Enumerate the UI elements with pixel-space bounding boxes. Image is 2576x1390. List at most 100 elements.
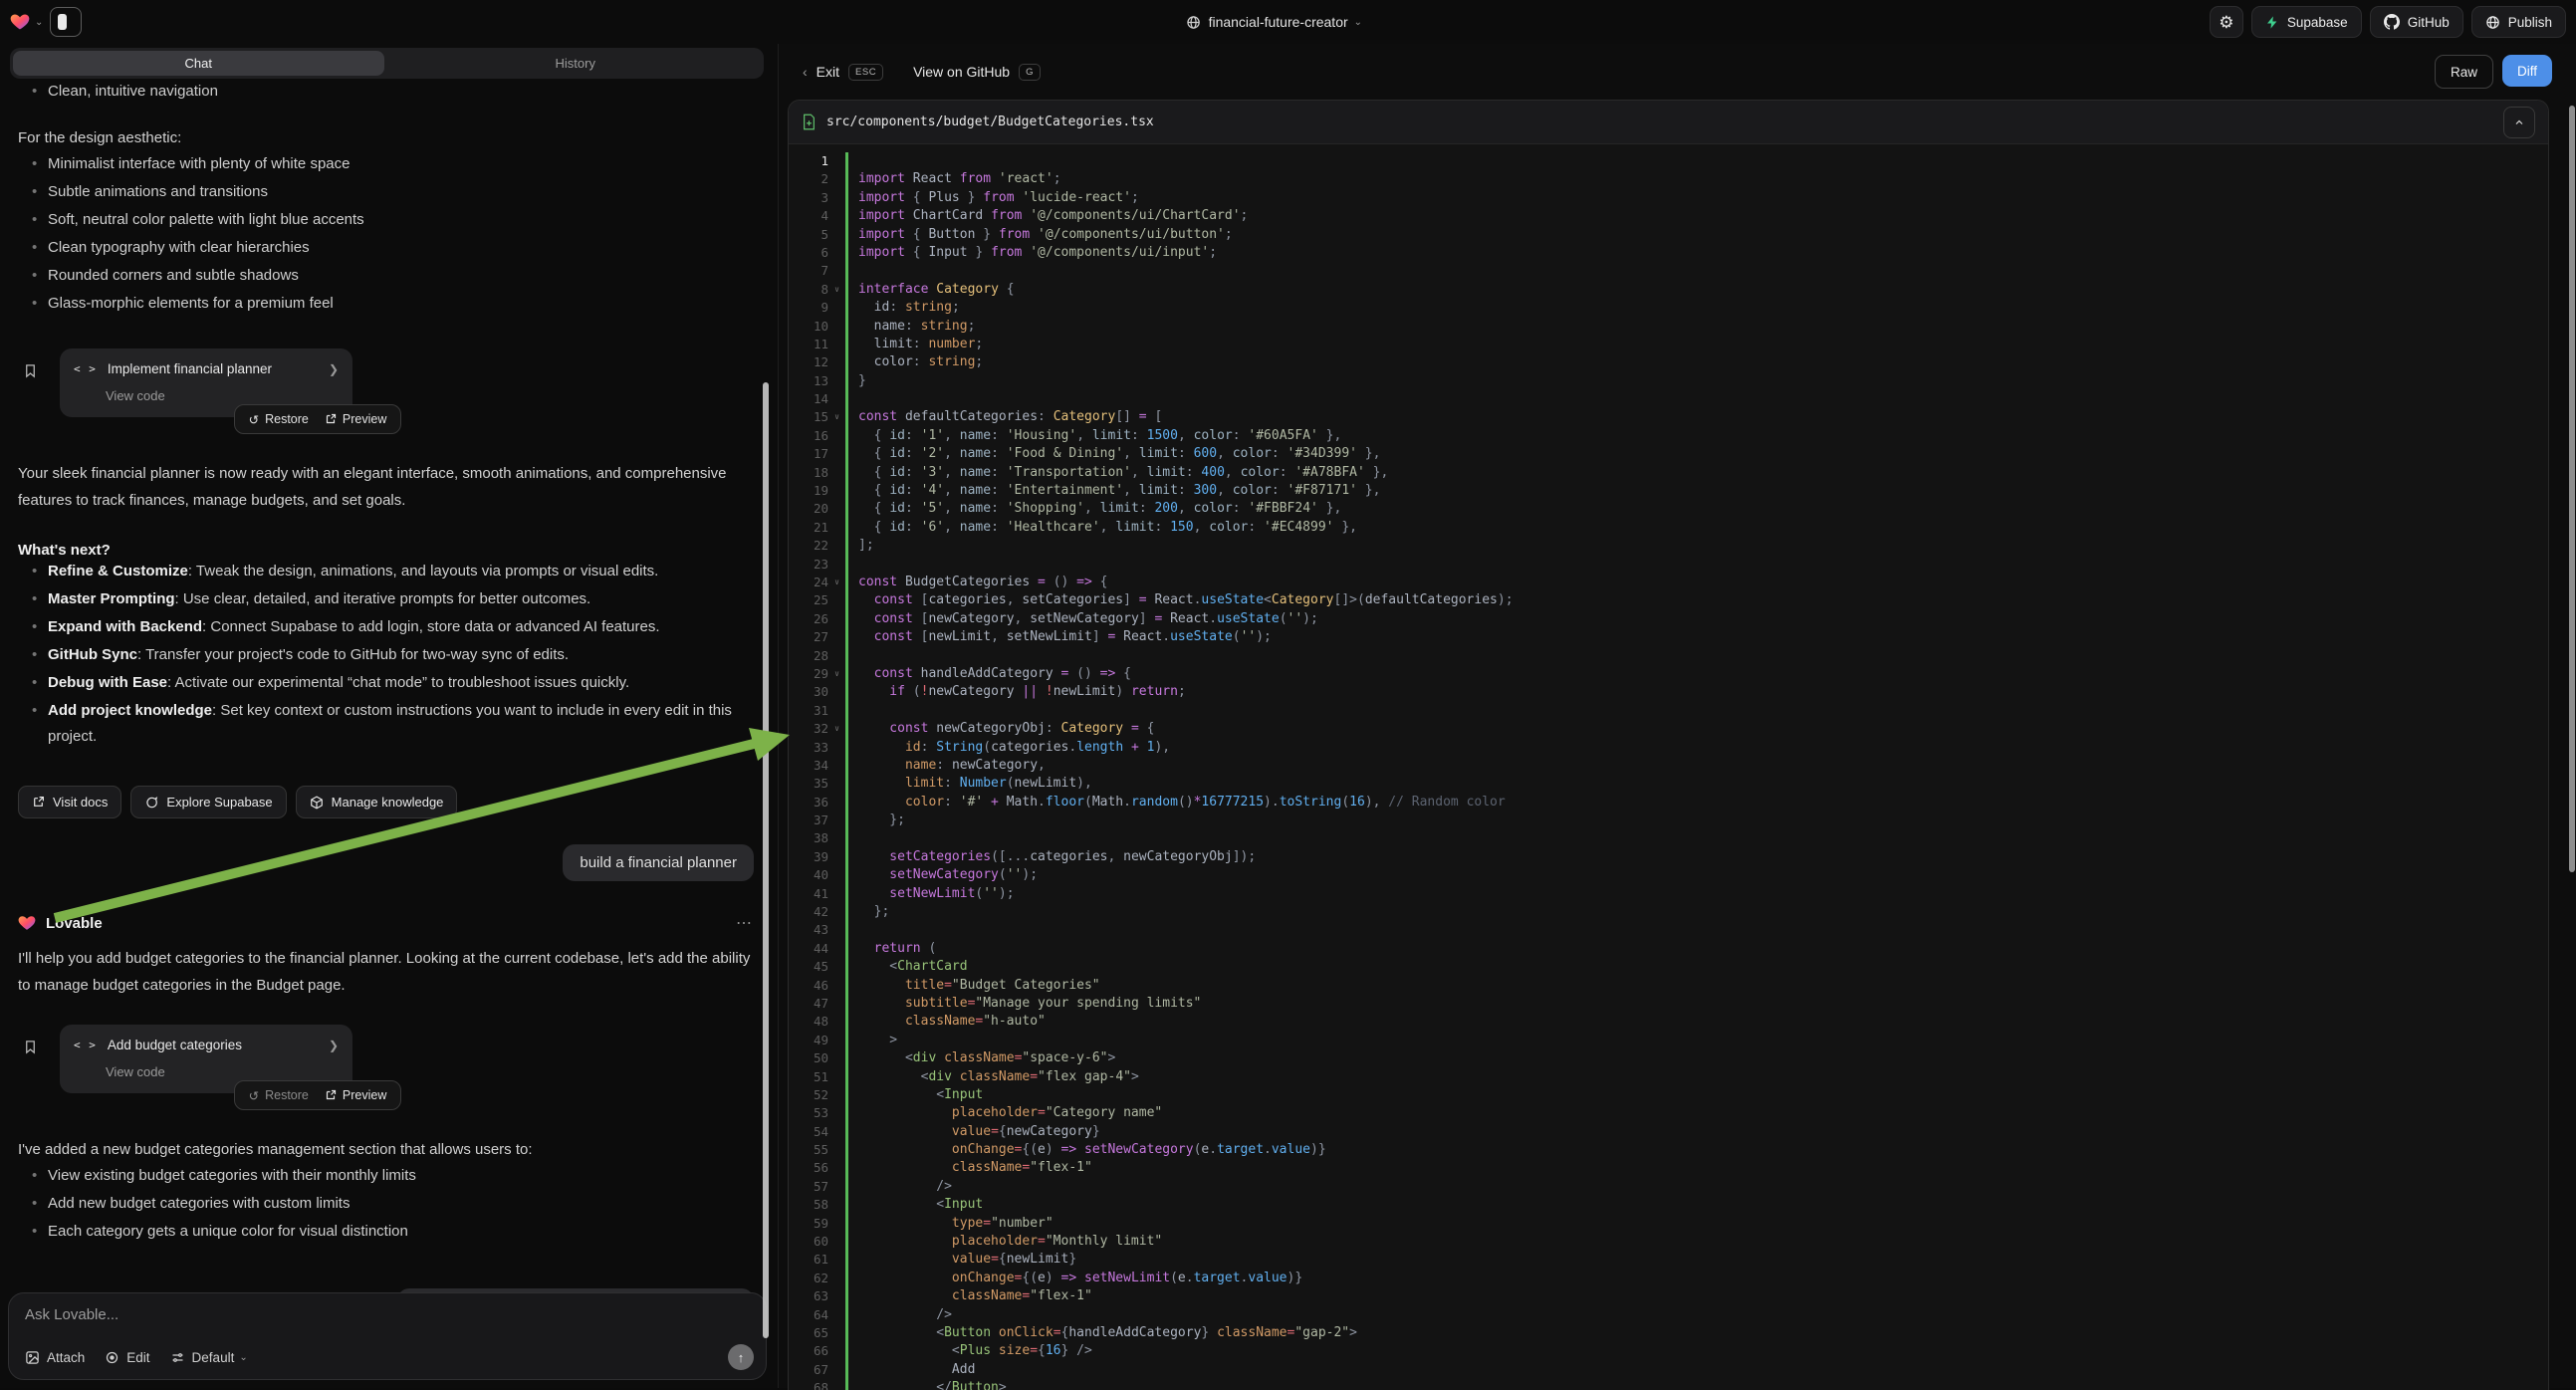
attach-button[interactable]: Attach [25, 1350, 85, 1365]
fold-chevron-icon[interactable] [828, 683, 845, 701]
fold-chevron-icon[interactable] [828, 1324, 845, 1342]
fold-chevron-icon[interactable] [828, 702, 845, 720]
fold-chevron-icon[interactable] [828, 848, 845, 866]
fold-chevron-icon[interactable] [828, 591, 845, 609]
fold-chevron-icon[interactable] [828, 189, 845, 207]
fold-chevron-icon[interactable] [828, 1306, 845, 1324]
explore-supabase-button[interactable]: Explore Supabase [130, 786, 286, 818]
fold-chevron-icon[interactable] [828, 372, 845, 390]
fold-chevron-icon[interactable] [828, 1032, 845, 1049]
fold-chevron-icon[interactable] [828, 318, 845, 336]
fold-chevron-icon[interactable] [828, 628, 845, 646]
chat-scrollbar[interactable] [763, 382, 769, 1338]
fold-chevron-icon[interactable] [828, 556, 845, 574]
collapse-file-button[interactable] [2503, 107, 2535, 138]
tab-chat[interactable]: Chat [13, 51, 384, 76]
mode-selector[interactable]: Default ⌄ [170, 1350, 248, 1365]
fold-chevron-icon[interactable] [828, 226, 845, 244]
file-header[interactable]: src/components/budget/BudgetCategories.t… [789, 101, 2548, 144]
fold-chevron-icon[interactable] [828, 1196, 845, 1214]
fold-chevron-icon[interactable] [828, 1215, 845, 1233]
fold-chevron-icon[interactable] [828, 775, 845, 793]
fold-chevron-icon[interactable] [828, 1123, 845, 1141]
preview-button[interactable]: Preview [325, 1088, 386, 1102]
fold-chevron-icon[interactable] [828, 1287, 845, 1305]
view-code-link[interactable]: View code [106, 1064, 339, 1079]
lovable-logo-heart-icon[interactable] [10, 12, 30, 32]
chat-input-placeholder[interactable]: Ask Lovable... [25, 1306, 750, 1323]
fold-chevron-icon[interactable] [828, 647, 845, 665]
fold-chevron-icon[interactable] [828, 170, 845, 188]
fold-chevron-icon[interactable] [828, 537, 845, 555]
fold-chevron-icon[interactable] [828, 1086, 845, 1104]
fold-chevron-icon[interactable] [828, 811, 845, 829]
fold-chevron-icon[interactable] [828, 445, 845, 463]
manage-knowledge-button[interactable]: Manage knowledge [296, 786, 458, 818]
fold-chevron-icon[interactable] [828, 1104, 845, 1122]
send-button[interactable]: ↑ [728, 1344, 754, 1370]
visit-docs-button[interactable]: Visit docs [18, 786, 121, 818]
fold-chevron-icon[interactable] [828, 903, 845, 921]
fold-chevron-icon[interactable] [828, 262, 845, 280]
tab-history[interactable]: History [390, 51, 762, 76]
fold-chevron-icon[interactable] [828, 336, 845, 353]
restore-button[interactable]: ↺Restore [249, 412, 309, 427]
project-switcher[interactable]: financial-future-creator ⌄ [1186, 0, 1362, 44]
fold-chevron-icon[interactable] [828, 739, 845, 757]
fold-chevron-icon[interactable] [828, 921, 845, 939]
fold-chevron-icon[interactable] [828, 885, 845, 903]
fold-chevron-icon[interactable] [828, 1251, 845, 1269]
fold-chevron-icon[interactable] [828, 390, 845, 408]
fold-chevron-icon[interactable] [828, 1233, 845, 1251]
raw-toggle-button[interactable]: Raw [2435, 55, 2493, 89]
github-button[interactable]: GitHub [2370, 6, 2463, 38]
fold-chevron-icon[interactable] [828, 1270, 845, 1287]
view-on-github-button[interactable]: View on GitHub G [913, 64, 1041, 81]
fold-chevron-icon[interactable] [828, 1068, 845, 1086]
fold-chevron-icon[interactable] [828, 1013, 845, 1031]
fold-chevron-icon[interactable] [828, 977, 845, 995]
fold-chevron-icon[interactable] [828, 152, 845, 170]
fold-chevron-icon[interactable] [828, 482, 845, 500]
fold-chevron-icon[interactable]: ∨ [828, 281, 845, 299]
diff-toggle-button[interactable]: Diff [2502, 55, 2552, 87]
fold-chevron-icon[interactable] [828, 1049, 845, 1067]
fold-chevron-icon[interactable] [828, 1178, 845, 1196]
chat-input-box[interactable]: Ask Lovable... Attach Edit Default ⌄ ↑ [8, 1292, 767, 1380]
exit-button[interactable]: ‹ Exit ESC [803, 64, 883, 81]
fold-chevron-icon[interactable] [828, 1141, 845, 1159]
toggle-sidebar-icon[interactable] [50, 7, 82, 37]
fold-chevron-icon[interactable] [828, 1159, 845, 1177]
fold-chevron-icon[interactable] [828, 500, 845, 518]
code-editor[interactable]: 12import React from 'react';3import { Pl… [789, 145, 2548, 1390]
fold-chevron-icon[interactable] [828, 464, 845, 482]
fold-chevron-icon[interactable] [828, 1361, 845, 1379]
settings-button[interactable]: ⚙ [2210, 6, 2243, 38]
fold-chevron-icon[interactable]: ∨ [828, 720, 845, 738]
logo-menu-chevron-down-icon[interactable]: ⌄ [35, 17, 43, 28]
fold-chevron-icon[interactable] [828, 244, 845, 262]
fold-chevron-icon[interactable] [828, 958, 845, 976]
fold-chevron-icon[interactable]: ∨ [828, 574, 845, 591]
restore-button[interactable]: ↺Restore [249, 1088, 309, 1103]
fold-chevron-icon[interactable] [828, 995, 845, 1013]
fold-chevron-icon[interactable] [828, 829, 845, 847]
fold-chevron-icon[interactable] [828, 610, 845, 628]
fold-chevron-icon[interactable] [828, 866, 845, 884]
view-code-link[interactable]: View code [106, 388, 339, 403]
fold-chevron-icon[interactable] [828, 519, 845, 537]
fold-chevron-icon[interactable] [828, 757, 845, 775]
fold-chevron-icon[interactable] [828, 207, 845, 225]
supabase-button[interactable]: Supabase [2251, 6, 2362, 38]
fold-chevron-icon[interactable] [828, 299, 845, 317]
code-scrollbar[interactable] [2569, 106, 2575, 872]
bookmark-icon[interactable] [23, 362, 38, 379]
fold-chevron-icon[interactable] [828, 794, 845, 811]
message-menu-icon[interactable]: ⋯ [736, 913, 754, 933]
fold-chevron-icon[interactable] [828, 353, 845, 371]
preview-button[interactable]: Preview [325, 412, 386, 426]
fold-chevron-icon[interactable] [828, 427, 845, 445]
fold-chevron-icon[interactable] [828, 940, 845, 958]
bookmark-icon[interactable] [23, 1039, 38, 1055]
fold-chevron-icon[interactable] [828, 1342, 845, 1360]
